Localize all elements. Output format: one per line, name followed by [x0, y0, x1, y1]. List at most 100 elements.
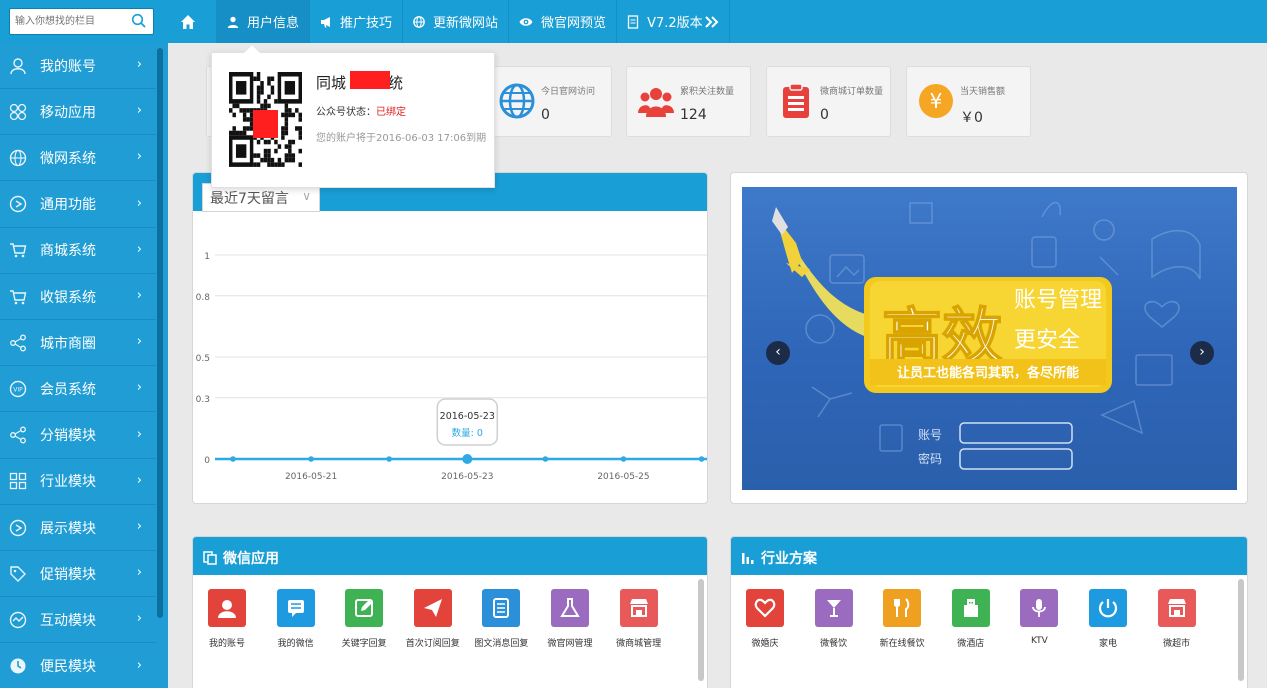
- weixin-app[interactable]: 关键字回复: [334, 589, 394, 649]
- stat-value: 0: [541, 107, 550, 123]
- banner-line2: 更安全: [1014, 328, 1080, 353]
- sidebar-item[interactable]: 展示模块 ›: [0, 505, 156, 551]
- carousel-prev-button[interactable]: ‹: [766, 341, 790, 365]
- industry-app-label: KTV: [1030, 636, 1048, 646]
- sidebar-item[interactable]: 城市商圈 ›: [0, 320, 156, 367]
- chevron-right-icon: ›: [136, 380, 142, 396]
- chevron-right-icon: ›: [136, 149, 142, 165]
- industry-app[interactable]: 微酒店: [941, 589, 1001, 649]
- stat-card-orders: 微商城订单数量 0: [766, 66, 891, 137]
- x-tick-label: 2016-05-23: [441, 472, 493, 482]
- sidebar-item-label: 互动模块: [40, 612, 96, 629]
- weixin-app-icon: [276, 589, 315, 627]
- weixin-app-icon: [619, 589, 658, 627]
- weixin-app-label: 图文消息回复: [474, 639, 529, 649]
- home-button[interactable]: [168, 0, 217, 43]
- weixin-app[interactable]: 我的账号: [197, 589, 257, 649]
- industry-app[interactable]: 新在线餐饮: [872, 589, 932, 649]
- industry-app[interactable]: 微餐饮: [804, 589, 864, 649]
- stat-label: 微商城订单数量: [820, 87, 884, 97]
- sidebar-item[interactable]: 移动应用 ›: [0, 89, 156, 136]
- industry-app[interactable]: 微婚庆: [735, 589, 795, 649]
- weixin-app[interactable]: 图文消息回复: [471, 589, 531, 649]
- sidebar-item[interactable]: 商城系统 ›: [0, 228, 156, 274]
- industry-app[interactable]: 家电: [1078, 589, 1138, 649]
- sidebar-item[interactable]: 互动模块 ›: [0, 597, 156, 644]
- weixin-apps-scrollbar[interactable]: [698, 579, 704, 681]
- weixin-app[interactable]: 微官网管理: [540, 589, 600, 649]
- sidebar-item[interactable]: 我的账号 ›: [0, 43, 156, 89]
- y-tick-label: 0.5: [196, 354, 210, 364]
- sidebar-item[interactable]: 促销模块 ›: [0, 551, 156, 598]
- search-icon[interactable]: [131, 13, 147, 29]
- industry-app[interactable]: KTV: [1009, 589, 1069, 646]
- chevron-right-icon: ›: [136, 565, 142, 581]
- share-icon: [10, 334, 26, 352]
- weixin-app-label: 我的账号: [208, 639, 245, 649]
- industry-app-label: 新在线餐饮: [879, 639, 925, 649]
- interact-icon: [9, 611, 27, 629]
- carousel-next-button[interactable]: ›: [1190, 341, 1214, 365]
- sidebar-item-label: 展示模块: [40, 520, 96, 537]
- sidebar-item[interactable]: VIP 会员系统 ›: [0, 366, 156, 413]
- svg-text:VIP: VIP: [13, 386, 23, 393]
- svg-text:¥: ¥: [930, 89, 943, 113]
- sidebar-item[interactable]: 收银系统 ›: [0, 274, 156, 320]
- data-point[interactable]: [542, 456, 549, 462]
- bar-chart-icon: [742, 553, 754, 564]
- weixin-app-icon: [413, 589, 452, 627]
- y-tick-label: 0.3: [196, 395, 210, 405]
- nav-version[interactable]: V7.2版本: [617, 0, 730, 43]
- nav-update-site[interactable]: 更新微网站: [403, 0, 510, 43]
- industry-header: 行业方案: [731, 537, 1247, 575]
- sidebar-scrollbar[interactable]: [157, 48, 163, 618]
- sidebar-item[interactable]: 微网系统 ›: [0, 135, 156, 182]
- chevron-right-icon: ›: [136, 657, 142, 673]
- weixin-apps-header: 微信应用: [193, 537, 707, 575]
- nav-user-info[interactable]: 用户信息: [217, 0, 311, 43]
- data-point[interactable]: [230, 456, 236, 462]
- sidebar-item-label: 移动应用: [40, 104, 96, 121]
- sidebar-item[interactable]: 行业模块 ›: [0, 459, 156, 505]
- chevron-right-icon: ›: [136, 519, 142, 534]
- data-point[interactable]: [308, 456, 314, 462]
- banner-line1: 账号管理: [1014, 288, 1102, 313]
- nav-version-label: V7.2版本: [647, 16, 703, 31]
- nav-site-preview[interactable]: 微官网预览: [509, 0, 618, 43]
- message-line-chart: 00.30.50.812016-05-21 2016-05-23 2016-05-2…: [196, 252, 707, 482]
- sidebar-item[interactable]: 便民模块 ›: [0, 644, 156, 688]
- user-info-popup: 同城 统 公众号状态：已绑定 您的账户将于2016-06-03 17:06到期: [211, 43, 495, 188]
- nav-site-preview-label: 微官网预览: [541, 16, 607, 31]
- sidebar-item[interactable]: 分销模块 ›: [0, 413, 156, 459]
- data-point[interactable]: [462, 454, 473, 464]
- stat-card-followers: 累积关注数量 124: [626, 66, 751, 137]
- user-icon: [227, 16, 239, 28]
- weixin-app-icon: [208, 589, 246, 627]
- industry-app[interactable]: 微超市: [1147, 589, 1207, 649]
- nav-promotion-tips[interactable]: 推广技巧: [310, 0, 404, 43]
- industry-app-icon: [1089, 589, 1127, 627]
- industry-scrollbar[interactable]: [1238, 579, 1244, 681]
- banner-field1: 账号: [918, 428, 942, 442]
- top-bar: 用户信息 推广技巧 更新微网站 微官网预览 V7.2版本: [0, 0, 1267, 43]
- industry-app-icon: [951, 589, 990, 627]
- data-point[interactable]: [386, 456, 392, 462]
- chevron-right-icon: ›: [136, 334, 142, 350]
- banner-field2: 密码: [918, 451, 942, 466]
- stat-card-sales: ¥ 当天销售额 ￥0: [906, 66, 1031, 137]
- industry-app-icon: [814, 589, 853, 627]
- weixin-app-label: 微官网管理: [547, 639, 593, 649]
- stat-label: 累积关注数量: [680, 87, 735, 97]
- weixin-app[interactable]: 微商城管理: [609, 589, 669, 649]
- chevron-right-icon: ›: [136, 57, 142, 72]
- sidebar-item[interactable]: 通用功能 ›: [0, 182, 156, 228]
- x-tick-label: 2016-05-21: [285, 472, 337, 482]
- data-point[interactable]: [698, 456, 705, 462]
- data-point[interactable]: [620, 456, 627, 462]
- weixin-app[interactable]: 我的微信: [266, 589, 326, 649]
- search-input[interactable]: [10, 9, 128, 34]
- weixin-app[interactable]: 首次订阅回复: [403, 589, 463, 649]
- qr-code: [229, 72, 302, 167]
- chevron-right-icon: ›: [136, 195, 142, 211]
- chevron-right-icon: ›: [136, 426, 142, 442]
